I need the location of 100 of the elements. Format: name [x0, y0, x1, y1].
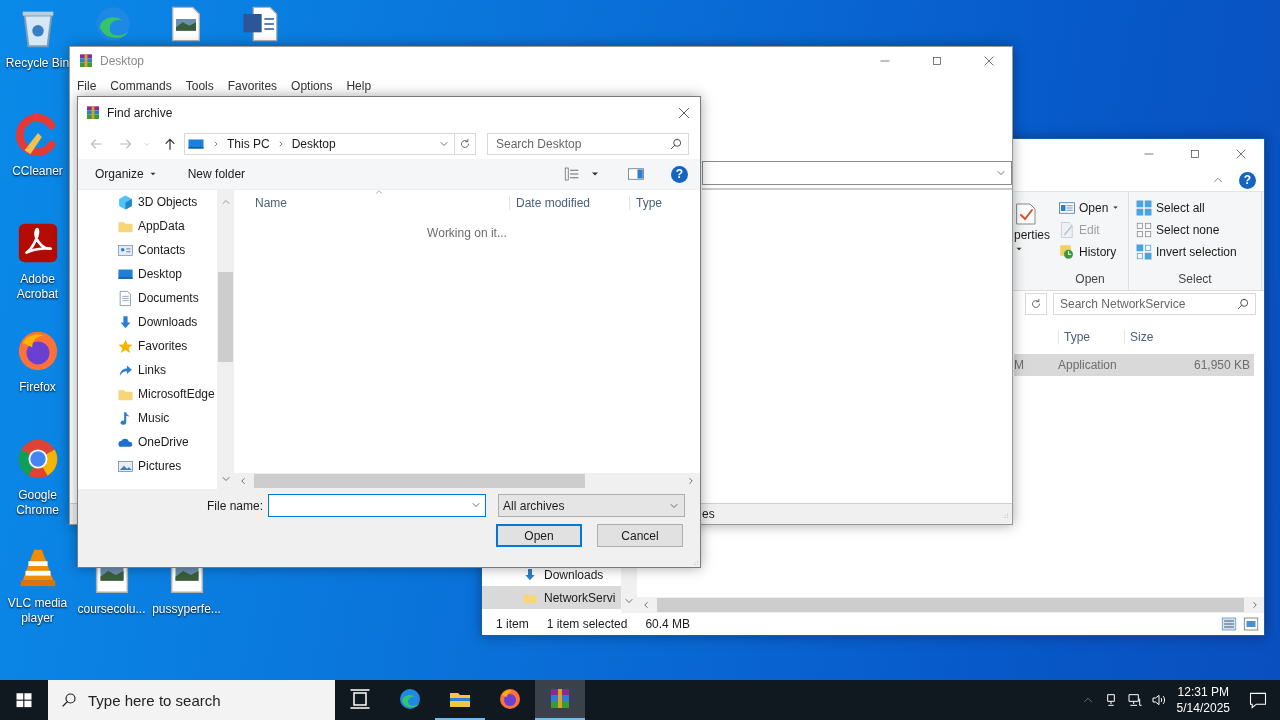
- breadcrumb-separator-icon: [212, 140, 220, 148]
- fox-browser-icon: [498, 687, 522, 711]
- scroll-left-icon[interactable]: [238, 476, 248, 486]
- breadcrumb-item[interactable]: This PC: [227, 137, 270, 151]
- taskbar-app-button[interactable]: [535, 680, 585, 720]
- maximize-icon: [930, 54, 944, 68]
- maximize-icon: [1188, 147, 1202, 161]
- search-icon: [669, 137, 683, 151]
- tree-item[interactable]: OneDrive: [78, 430, 217, 454]
- details-view-icon[interactable]: [1220, 615, 1238, 633]
- tree-item[interactable]: Pictures: [78, 454, 217, 478]
- properties-label[interactable]: perties: [1014, 228, 1051, 242]
- address-combo[interactable]: [702, 161, 1012, 185]
- column-header[interactable]: Name: [255, 196, 510, 210]
- cancel-button[interactable]: Cancel: [597, 524, 683, 547]
- nav-item[interactable]: Downloads: [482, 563, 621, 586]
- help-button[interactable]: ?: [1239, 171, 1256, 189]
- tree-item[interactable]: Desktop: [78, 262, 217, 286]
- task-view-icon: [348, 687, 372, 711]
- select-none-icon: [1135, 220, 1153, 239]
- ribbon-command[interactable]: Select all: [1135, 198, 1237, 217]
- table-cell-text: 61,950 KB: [1192, 358, 1251, 372]
- clock[interactable]: 12:31 PM 5/14/2025: [1176, 684, 1230, 716]
- menu-item[interactable]: Commands: [110, 79, 172, 93]
- status-text: es: [702, 507, 715, 521]
- browser-icon: [398, 687, 422, 711]
- icon-label: VLC media player: [6, 596, 69, 626]
- close-icon: [676, 105, 692, 121]
- cube-icon: [117, 193, 134, 211]
- preview-pane-icon[interactable]: [627, 165, 645, 183]
- file-name-field[interactable]: [268, 494, 487, 517]
- file-row[interactable]: M Application 61,950 KB: [1014, 354, 1254, 376]
- ribbon-command[interactable]: Invert selection: [1135, 242, 1237, 261]
- open-button[interactable]: Open: [496, 524, 582, 547]
- invert-selection-icon: [1135, 242, 1153, 261]
- menu-item[interactable]: File: [77, 79, 97, 93]
- refresh-button[interactable]: [1025, 293, 1047, 315]
- menu-item[interactable]: Tools: [185, 79, 214, 93]
- breadcrumb-item[interactable]: Desktop: [291, 137, 336, 151]
- ribbon-command[interactable]: History: [1058, 242, 1121, 261]
- icon-label: pussyperfe...: [151, 602, 222, 617]
- select-all-icon: [1135, 198, 1153, 217]
- refresh-icon: [1029, 297, 1043, 311]
- column-header[interactable]: Type: [630, 196, 662, 210]
- network-icon[interactable]: [1126, 692, 1143, 708]
- taskbar-search-field[interactable]: Type here to search: [48, 680, 335, 720]
- scrollbar[interactable]: [234, 473, 700, 489]
- new-folder-button[interactable]: New folder: [187, 167, 246, 181]
- file-name-label: File name:: [207, 498, 264, 513]
- archive-app-icon: [78, 53, 94, 69]
- up-arrow-icon[interactable]: [162, 136, 178, 152]
- properties-icon[interactable]: [1014, 202, 1038, 226]
- view-options-icon[interactable]: [563, 165, 581, 183]
- search-field[interactable]: Search Desktop: [487, 133, 689, 155]
- address-bar[interactable]: This PC Desktop: [184, 133, 455, 155]
- icon-label: coursecolu...: [76, 602, 147, 617]
- status-text: 1 item: [496, 617, 529, 631]
- scrollbar[interactable]: [637, 597, 1264, 613]
- volume-icon[interactable]: [1150, 692, 1167, 708]
- tree-item[interactable]: MicrosoftEdge: [78, 382, 217, 406]
- column-header[interactable]: Type: [1058, 330, 1124, 344]
- tree-item[interactable]: Links: [78, 358, 217, 382]
- scrollbar[interactable]: [217, 190, 234, 489]
- tree-item[interactable]: 3D Objects: [78, 190, 217, 214]
- icon-label: Recycle Bin: [4, 56, 71, 71]
- tree-item[interactable]: Contacts: [78, 238, 217, 262]
- scroll-left-icon[interactable]: [641, 600, 651, 610]
- refresh-icon: [458, 137, 472, 151]
- ribbon-command[interactable]: Open: [1058, 198, 1121, 217]
- group-label: Select: [1178, 272, 1212, 286]
- scroll-right-icon[interactable]: [1250, 600, 1260, 610]
- refresh-button[interactable]: [455, 133, 476, 155]
- search-field[interactable]: Search NetworkService: [1053, 293, 1256, 315]
- column-header[interactable]: Date modified: [510, 196, 630, 210]
- help-button[interactable]: ?: [671, 165, 688, 183]
- menu-item[interactable]: Options: [291, 79, 333, 93]
- nav-item[interactable]: NetworkServi: [482, 586, 621, 609]
- history-icon: [1058, 242, 1076, 261]
- forward-icon[interactable]: [118, 136, 134, 152]
- large-icons-view-icon[interactable]: [1242, 615, 1260, 633]
- menu-item[interactable]: Help: [346, 79, 372, 93]
- column-header[interactable]: Size: [1124, 330, 1154, 344]
- tree-item[interactable]: Documents: [78, 286, 217, 310]
- notification-icon[interactable]: [1248, 690, 1268, 710]
- ribbon-command[interactable]: Select none: [1135, 220, 1237, 239]
- status-text: 60.4 MB: [645, 617, 691, 631]
- scroll-right-icon[interactable]: [686, 476, 696, 486]
- group-label: Open: [1075, 272, 1105, 286]
- organize-button[interactable]: Organize: [95, 167, 158, 181]
- tree-item[interactable]: Music: [78, 406, 217, 430]
- table-cell-text: Application: [1058, 358, 1118, 372]
- back-icon[interactable]: [88, 136, 104, 152]
- file-type-dropdown[interactable]: All archives: [498, 494, 686, 517]
- sort-caret-icon: [374, 187, 384, 197]
- tree-item[interactable]: AppData: [78, 214, 217, 238]
- tree-item[interactable]: Downloads: [78, 310, 217, 334]
- menu-item[interactable]: Favorites: [227, 79, 278, 93]
- star-icon: [117, 337, 134, 355]
- tree-item[interactable]: Favorites: [78, 334, 217, 358]
- icon-label: Adobe Acrobat: [15, 272, 60, 302]
